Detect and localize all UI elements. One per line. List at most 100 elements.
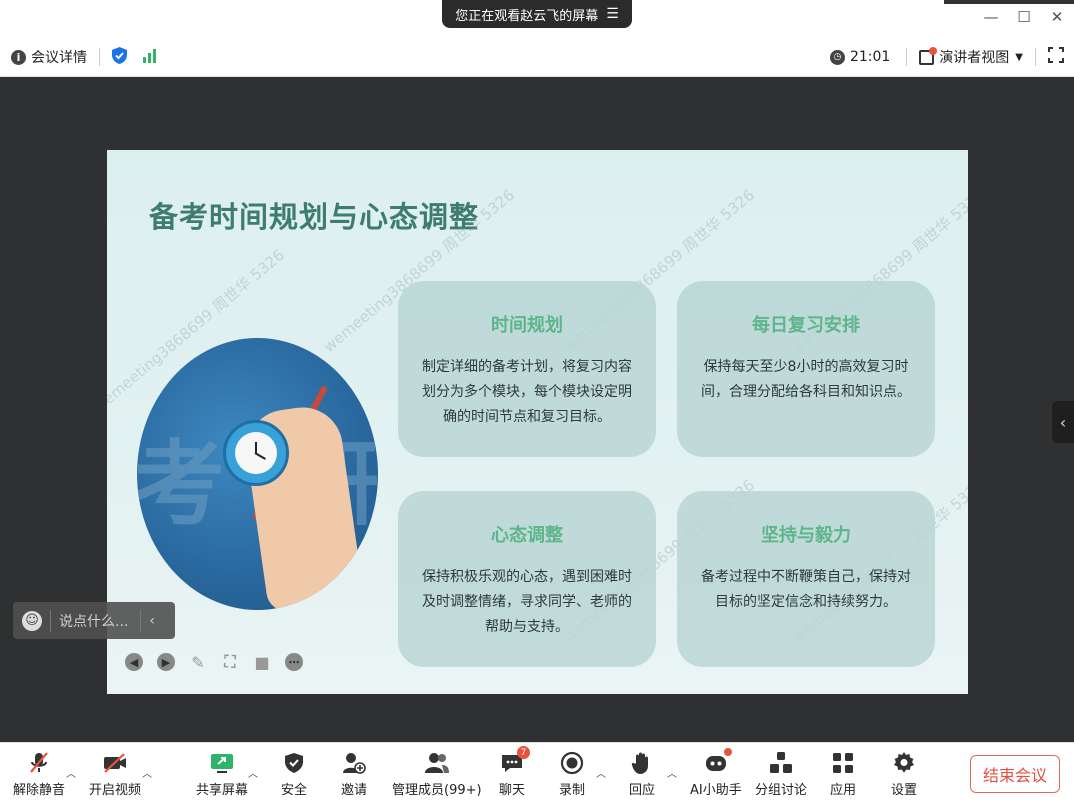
- card-daily-review: 每日复习安排 保持每天至少8小时的高效复习时间，合理分配给各科目和知识点。: [677, 281, 935, 457]
- members-icon: [424, 750, 450, 776]
- menu-icon[interactable]: ☰: [606, 6, 619, 22]
- raise-hand-icon: [629, 750, 655, 776]
- invite-button[interactable]: 邀请: [341, 743, 367, 806]
- meeting-timer: ◷ 21:01: [829, 49, 891, 65]
- divider: [1035, 48, 1036, 66]
- slide-title: 备考时间规划与心态调整: [149, 200, 480, 234]
- view-mode-label: 演讲者视图: [939, 50, 1010, 66]
- chevron-up-icon[interactable]: ︿: [667, 765, 677, 780]
- card-time-planning: 时间规划 制定详细的备考计划，将复习内容划分为多个模块，每个模块设定明确的时间节…: [398, 281, 656, 457]
- card-mindset: 心态调整 保持积极乐观的心态，遇到困难时及时调整情绪，寻求同学、老师的帮助与支持…: [398, 491, 656, 667]
- camera-off-icon: [102, 750, 128, 776]
- card-title: 时间规划: [491, 315, 563, 336]
- previous-icon[interactable]: ◀: [125, 653, 143, 671]
- meeting-toolbar: 解除静音 ︿ 开启视频 ︿ 共享屏幕 ︿ 安全 邀请 管理成员(99+) 7 聊…: [0, 742, 1074, 806]
- share-screen-button[interactable]: 共享屏幕: [196, 743, 248, 806]
- view-mode-dropdown[interactable]: 演讲者视图 ▼: [919, 46, 1023, 67]
- next-icon[interactable]: ▶: [157, 653, 175, 671]
- pen-icon[interactable]: ✎: [189, 653, 207, 672]
- info-icon: i: [11, 49, 26, 65]
- divider: [140, 609, 142, 632]
- clock-hand-photo: 考 研: [137, 338, 378, 610]
- microphone-muted-icon: [26, 750, 52, 776]
- ai-robot-icon: [703, 748, 732, 776]
- shield-icon[interactable]: [111, 46, 128, 69]
- camera-icon[interactable]: ■: [253, 653, 271, 672]
- ai-assistant-label: AI小助手: [690, 783, 742, 798]
- unmute-label: 解除静音: [13, 783, 66, 798]
- security-label: 安全: [281, 783, 308, 798]
- meeting-details-label: 会议详情: [31, 50, 87, 66]
- slide-controls: ◀ ▶ ✎ ⛶ ■ ⋯: [125, 652, 303, 672]
- manage-members-button[interactable]: 管理成员(99+): [392, 743, 482, 806]
- chevron-up-icon[interactable]: ︿: [142, 765, 152, 780]
- ai-assistant-button[interactable]: AI小助手: [690, 743, 742, 806]
- unmute-button[interactable]: 解除静音: [13, 743, 65, 806]
- breakout-rooms-button[interactable]: 分组讨论: [755, 743, 807, 806]
- chevron-up-icon[interactable]: ︿: [66, 765, 76, 780]
- chevron-up-icon[interactable]: ︿: [248, 765, 258, 780]
- card-body: 制定详细的备考计划，将复习内容划分为多个模块，每个模块设定明确的时间节点和复习目…: [422, 359, 632, 425]
- minimize-icon[interactable]: —: [981, 8, 1001, 26]
- layout-icon: [919, 46, 938, 65]
- divider: [99, 48, 100, 66]
- divider: [50, 609, 51, 632]
- meeting-time: 21:01: [849, 49, 891, 65]
- screen-share-banner[interactable]: 您正在观看赵云飞的屏幕 ☰: [442, 0, 632, 28]
- chevron-up-icon[interactable]: ︿: [596, 765, 606, 780]
- close-icon[interactable]: ✕: [1047, 8, 1067, 26]
- add-user-icon: [341, 750, 367, 776]
- record-label: 录制: [559, 783, 586, 798]
- chat-button[interactable]: 7 聊天: [499, 743, 530, 806]
- presentation-slide: 备考时间规划与心态调整 wemeeting3868699 周世华 5326 we…: [107, 150, 968, 694]
- card-title: 心态调整: [491, 525, 563, 546]
- card-perseverance: 坚持与毅力 备考过程中不断鞭策自己，保持对目标的坚定信念和持续努力。: [677, 491, 935, 667]
- start-video-label: 开启视频: [89, 783, 142, 798]
- clock-face: [235, 432, 277, 474]
- manage-members-label: 管理成员(99+): [392, 783, 482, 798]
- title-bar-accent: [944, 0, 1074, 4]
- chat-placeholder[interactable]: 说点什么...: [59, 611, 128, 631]
- collapse-chevron-icon[interactable]: ‹: [149, 613, 155, 629]
- screen-share-text: 您正在观看赵云飞的屏幕: [455, 8, 599, 24]
- focus-icon[interactable]: ⛶: [221, 652, 239, 671]
- record-button[interactable]: 录制: [559, 743, 585, 806]
- signal-icon[interactable]: [142, 48, 158, 67]
- chat-icon: 7: [499, 746, 530, 776]
- invite-label: 邀请: [341, 783, 368, 798]
- notification-dot: [723, 748, 732, 756]
- meeting-info-bar: i 会议详情 ◷ 21:01 演讲者视图 ▼: [0, 38, 1074, 77]
- settings-button[interactable]: 设置: [891, 743, 917, 806]
- card-body: 保持每天至少8小时的高效复习时间，合理分配给各科目和知识点。: [701, 359, 911, 400]
- chat-label: 聊天: [499, 783, 526, 798]
- expand-panel-chevron-icon[interactable]: ‹: [1052, 401, 1074, 443]
- maximize-icon[interactable]: ☐: [1014, 8, 1034, 26]
- apps-button[interactable]: 应用: [830, 743, 856, 806]
- title-bar: 您正在观看赵云飞的屏幕 ☰ — ☐ ✕: [0, 0, 1074, 38]
- breakout-rooms-label: 分组讨论: [755, 783, 808, 798]
- fullscreen-icon[interactable]: [1048, 47, 1064, 67]
- emoji-icon[interactable]: ☺: [22, 610, 42, 631]
- chevron-down-icon: ▼: [1015, 51, 1023, 63]
- chat-quick-input[interactable]: ☺ 说点什么... ‹: [13, 602, 175, 639]
- more-icon[interactable]: ⋯: [285, 653, 303, 671]
- alarm-clock-illustration: [223, 420, 289, 486]
- card-body: 备考过程中不断鞭策自己，保持对目标的坚定信念和持续努力。: [701, 569, 911, 610]
- breakout-icon: [768, 750, 794, 776]
- react-button[interactable]: 回应: [629, 743, 655, 806]
- settings-label: 设置: [891, 783, 918, 798]
- end-meeting-button[interactable]: 结束会议: [970, 755, 1060, 793]
- clock-icon: ◷: [829, 49, 845, 65]
- gear-icon: [891, 750, 917, 776]
- chat-unread-badge: 7: [517, 746, 530, 759]
- share-screen-label: 共享屏幕: [196, 783, 249, 798]
- record-icon: [559, 750, 585, 776]
- start-video-button[interactable]: 开启视频: [89, 743, 141, 806]
- apps-grid-icon: [830, 750, 856, 776]
- react-label: 回应: [629, 783, 656, 798]
- share-screen-icon: [209, 750, 235, 776]
- security-button[interactable]: 安全: [281, 743, 307, 806]
- card-title: 坚持与毅力: [761, 525, 851, 546]
- divider: [906, 48, 908, 66]
- meeting-details-button[interactable]: i 会议详情: [11, 47, 87, 67]
